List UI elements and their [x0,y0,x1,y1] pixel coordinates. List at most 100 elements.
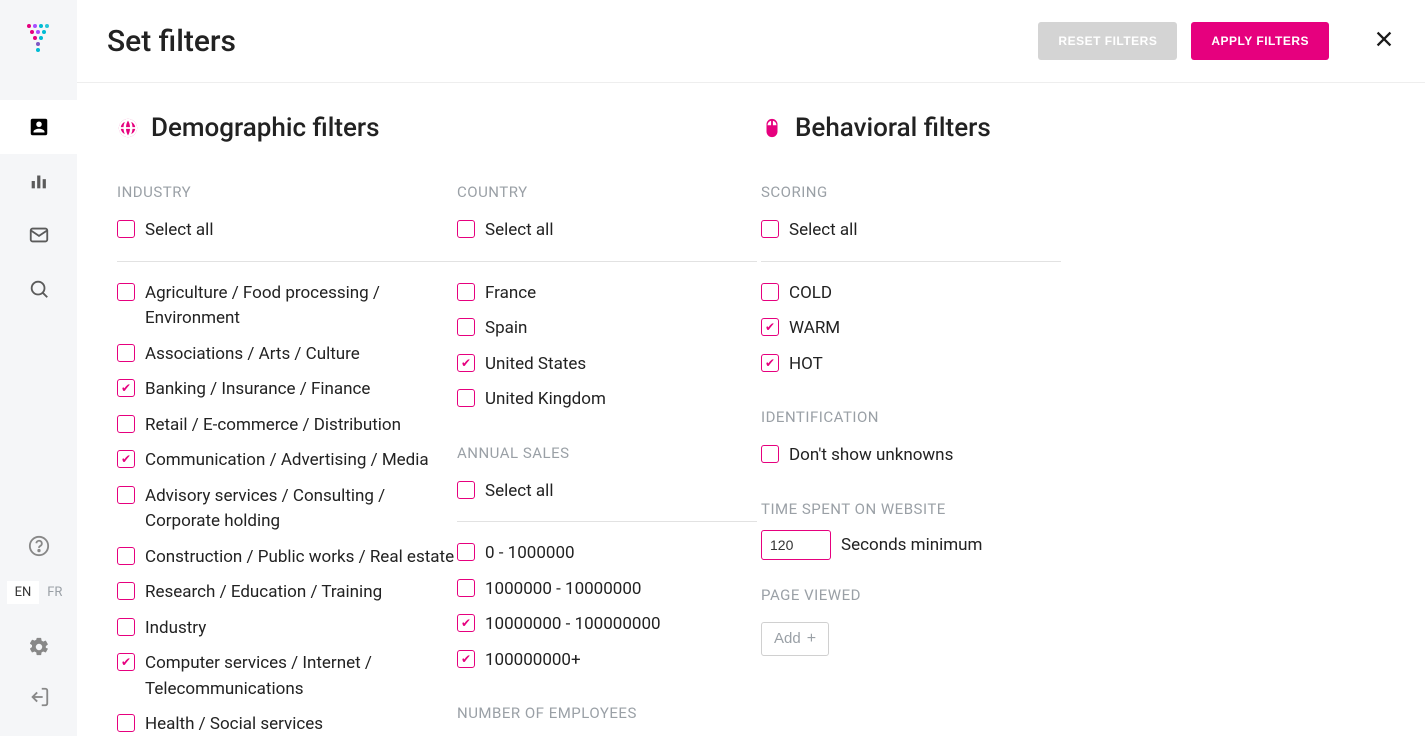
country-select-all[interactable]: Select all [457,213,757,249]
checkbox[interactable] [117,379,135,397]
industry-option[interactable]: Computer services / Internet / Telecommu… [117,646,457,707]
globe-icon [117,117,139,139]
country-option[interactable]: United Kingdom [457,382,757,418]
content: Demographic filters INDUSTRY Select all … [77,83,1425,736]
employees-label: NUMBER OF EMPLOYEES [457,704,757,722]
page-viewed-label: PAGE VIEWED [761,586,1061,604]
industry-option[interactable]: Retail / E-commerce / Distribution [117,408,457,444]
checkbox[interactable] [117,344,135,362]
industry-option-label: Banking / Insurance / Finance [145,377,370,403]
behavioral-title: Behavioral filters [795,113,991,143]
industry-label: INDUSTRY [117,183,457,201]
time-spent-input[interactable] [761,530,831,560]
industry-option-label: Advisory services / Consulting / Corpora… [145,484,457,535]
reset-filters-button[interactable]: RESET FILTERS [1038,22,1177,60]
sales-option[interactable]: 0 - 1000000 [457,536,757,572]
main: Set filters RESET FILTERS APPLY FILTERS … [77,0,1425,736]
industry-option[interactable]: Associations / Arts / Culture [117,337,457,373]
add-label: Add [774,630,801,647]
country-option-label: United Kingdom [485,387,606,413]
scoring-option[interactable]: COLD [761,276,1061,312]
scoring-option[interactable]: WARM [761,311,1061,347]
checkbox[interactable] [117,415,135,433]
time-spent-suffix: Seconds minimum [841,535,982,555]
scoring-option-label: COLD [789,281,832,307]
sales-option[interactable]: 10000000 - 100000000 [457,607,757,643]
identification-option-label: Don't show unknowns [789,443,953,469]
sidebar-bottom: EN FR [0,521,77,722]
industry-option-label: Retail / E-commerce / Distribution [145,413,401,439]
demographic-title: Demographic filters [151,113,380,143]
industry-option[interactable]: Banking / Insurance / Finance [117,372,457,408]
demographic-section: Demographic filters INDUSTRY Select all … [117,113,757,736]
checkbox[interactable] [457,614,475,632]
lang-fr[interactable]: FR [39,581,70,604]
sales-select-all[interactable]: Select all [457,474,757,510]
industry-option[interactable]: Construction / Public works / Real estat… [117,540,457,576]
industry-option-label: Research / Education / Training [145,580,382,606]
checkbox[interactable] [761,318,779,336]
checkbox[interactable] [457,354,475,372]
add-page-button[interactable]: Add + [761,622,829,656]
industry-option[interactable]: Communication / Advertising / Media [117,443,457,479]
sales-option-label: 0 - 1000000 [485,541,575,567]
settings-icon[interactable] [0,622,77,672]
country-sales-column: COUNTRY Select all France Spain United Sta… [457,183,757,736]
select-all-label: Select all [485,218,553,244]
country-option-label: France [485,281,536,307]
sales-option-label: 100000000+ [485,648,581,674]
industry-select-all[interactable]: Select all [117,213,457,249]
apply-filters-button[interactable]: APPLY FILTERS [1191,22,1329,60]
industry-column: INDUSTRY Select all Agriculture / Food p… [117,183,457,736]
checkbox[interactable] [457,543,475,561]
identification-label: IDENTIFICATION [761,408,1061,426]
checkbox[interactable] [117,618,135,636]
identification-option[interactable]: Don't show unknowns [761,438,1061,474]
checkbox[interactable] [117,547,135,565]
select-all-label: Select all [145,218,213,244]
country-option[interactable]: France [457,276,757,312]
checkbox[interactable] [117,486,135,504]
checkbox[interactable] [457,318,475,336]
sales-option[interactable]: 100000000+ [457,643,757,679]
industry-option-label: Construction / Public works / Real estat… [145,545,454,571]
checkbox[interactable] [117,582,135,600]
checkbox[interactable] [117,714,135,732]
industry-option[interactable]: Health / Social services [117,707,457,736]
country-label: COUNTRY [457,183,757,201]
checkbox[interactable] [457,579,475,597]
scoring-option[interactable]: HOT [761,347,1061,383]
industry-option[interactable]: Advisory services / Consulting / Corpora… [117,479,457,540]
nav-search-icon[interactable] [0,262,77,316]
country-option[interactable]: United States [457,347,757,383]
nav-mail-icon[interactable] [0,208,77,262]
select-all-label: Select all [789,218,857,244]
plus-icon: + [807,630,816,648]
industry-option-label: Industry [145,616,206,642]
checkbox[interactable] [457,283,475,301]
nav-stats-icon[interactable] [0,154,77,208]
checkbox[interactable] [457,650,475,668]
close-icon[interactable] [1373,27,1395,55]
checkbox[interactable] [457,389,475,407]
nav-contacts-icon[interactable] [0,100,77,154]
industry-option[interactable]: Industry [117,611,457,647]
logout-icon[interactable] [0,672,77,722]
checkbox[interactable] [117,450,135,468]
checkbox[interactable] [117,283,135,301]
help-icon[interactable] [0,521,77,571]
checkbox[interactable] [761,354,779,372]
language-switch: EN FR [7,581,71,604]
annual-sales-label: ANNUAL SALES [457,444,757,462]
sales-option[interactable]: 1000000 - 10000000 [457,572,757,608]
checkbox[interactable] [761,283,779,301]
checkbox[interactable] [117,653,135,671]
country-option-label: United States [485,352,586,378]
scoring-select-all[interactable]: Select all [761,213,1061,249]
country-option[interactable]: Spain [457,311,757,347]
lang-en[interactable]: EN [7,581,40,604]
industry-option[interactable]: Agriculture / Food processing / Environm… [117,276,457,337]
industry-option[interactable]: Research / Education / Training [117,575,457,611]
sales-option-label: 1000000 - 10000000 [485,577,641,603]
industry-option-label: Communication / Advertising / Media [145,448,429,474]
